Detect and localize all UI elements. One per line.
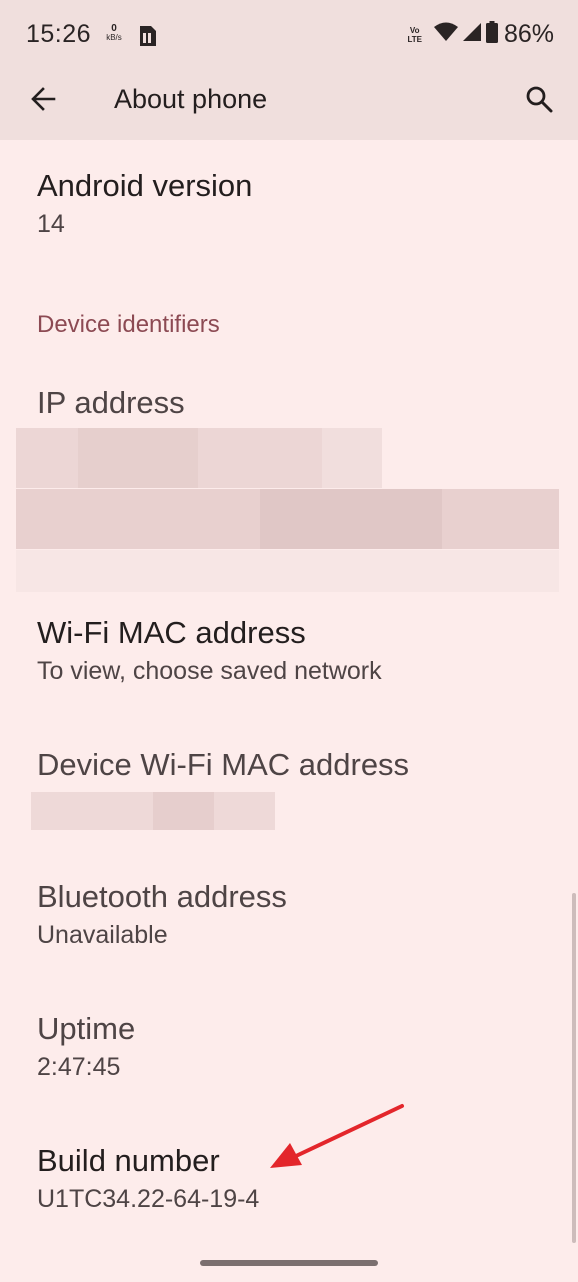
page-title: About phone xyxy=(114,84,268,114)
bluetooth-address-item: Bluetooth address Unavailable xyxy=(37,879,287,950)
bluetooth-address-title: Bluetooth address xyxy=(37,879,287,914)
status-icons: Vo LTE 86% xyxy=(407,20,554,49)
section-header-device-identifiers: Device identifiers xyxy=(37,311,220,338)
status-time: 15:26 xyxy=(26,20,92,48)
volte-bottom: LTE xyxy=(407,34,422,44)
network-speed-indicator: 0 kB/s xyxy=(106,23,122,43)
android-version-title: Android version xyxy=(37,168,253,203)
wifi-icon xyxy=(433,22,458,47)
uptime-value: 2:47:45 xyxy=(37,1053,121,1081)
wifi-mac-title: Wi-Fi MAC address xyxy=(37,615,306,650)
uptime-item: Uptime 2:47:45 xyxy=(37,1011,135,1082)
volte-indicator: Vo LTE xyxy=(407,26,422,44)
wifi-mac-item[interactable]: Wi-Fi MAC address To view, choose saved … xyxy=(37,615,382,686)
scrollbar[interactable] xyxy=(572,893,576,1243)
device-wifi-mac-title: Device Wi-Fi MAC address xyxy=(37,747,410,782)
cellular-signal-icon xyxy=(462,22,482,47)
build-number-item[interactable]: Build number U1TC34.22-64-19-4 xyxy=(37,1143,259,1214)
uptime-title: Uptime xyxy=(37,1011,136,1046)
build-number-title: Build number xyxy=(37,1143,220,1178)
home-indicator[interactable] xyxy=(200,1260,378,1266)
ip-address-item: IP address xyxy=(37,385,185,421)
bluetooth-address-value: Unavailable xyxy=(37,921,168,949)
search-icon xyxy=(526,86,553,113)
search-button[interactable] xyxy=(522,82,556,116)
network-speed-value: 0 xyxy=(111,23,117,34)
volte-top: Vo xyxy=(409,25,420,35)
android-version-item[interactable]: Android version 14 xyxy=(37,168,252,239)
battery-percentage: 86% xyxy=(503,20,554,48)
build-number-value: U1TC34.22-64-19-4 xyxy=(37,1185,260,1213)
ip-address-title: IP address xyxy=(37,385,185,420)
wifi-mac-value: To view, choose saved network xyxy=(37,657,382,685)
network-speed-unit: kB/s xyxy=(106,33,122,42)
back-button[interactable] xyxy=(26,82,60,116)
android-version-value: 14 xyxy=(37,210,65,238)
battery-icon xyxy=(485,21,498,48)
device-wifi-mac-item: Device Wi-Fi MAC address xyxy=(37,747,409,783)
sim-card-icon xyxy=(137,24,159,53)
arrow-back-icon xyxy=(31,87,56,111)
